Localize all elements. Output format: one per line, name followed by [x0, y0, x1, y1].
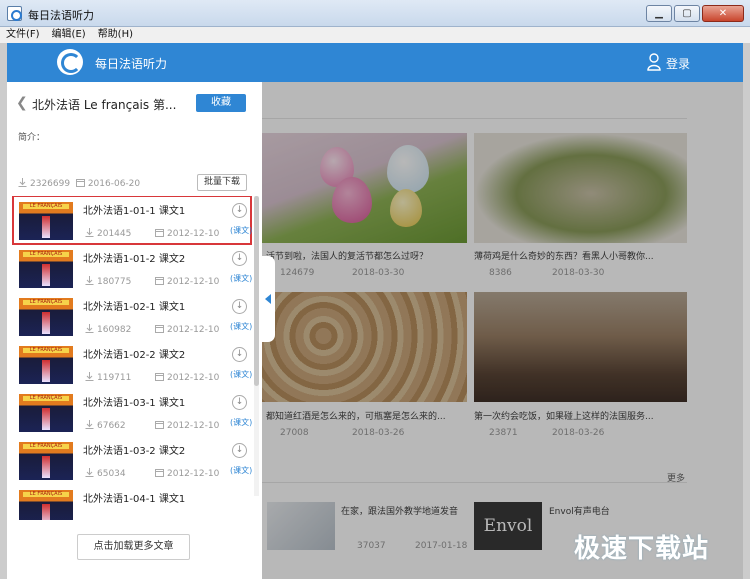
download-icon[interactable]: ↓ — [232, 203, 247, 218]
download-count-icon — [85, 372, 94, 381]
episode-tag: (课文) — [230, 274, 253, 283]
window-controls: ▁ ▢ ✕ — [646, 5, 744, 22]
download-count-icon — [85, 228, 94, 237]
watermark-text: 极速下载站 — [574, 534, 710, 564]
download-icon[interactable]: ↓ — [232, 395, 247, 410]
episode-title: 北外法语1-02-1 课文1 — [83, 302, 186, 313]
collapse-panel-toggle[interactable] — [262, 256, 275, 342]
window-titlebar: 每日法语听力 ▁ ▢ ✕ — [0, 0, 750, 27]
calendar-icon — [155, 277, 164, 285]
episode-item[interactable]: LE FRANÇAIS 北外法语1-04-1 课文1 — [13, 484, 251, 520]
episode-tag: (课文) — [230, 418, 253, 427]
close-button[interactable]: ✕ — [702, 5, 744, 22]
calendar-icon — [75, 179, 85, 187]
episode-plays: 119711 — [85, 372, 131, 383]
back-arrow-icon[interactable]: ❮ — [16, 95, 28, 111]
episode-tag: (课文) — [230, 322, 253, 331]
episode-title: 北外法语1-03-2 课文2 — [83, 446, 186, 457]
episode-plays: 201445 — [85, 228, 131, 239]
user-icon[interactable] — [647, 53, 661, 71]
login-link[interactable]: 登录 — [666, 55, 690, 72]
calendar-icon — [155, 421, 164, 429]
load-more-button[interactable]: 点击加载更多文章 — [77, 534, 190, 560]
download-count-icon — [18, 178, 27, 187]
batch-download-button[interactable]: 批量下载 — [197, 174, 247, 191]
menu-help[interactable]: 帮助(H) — [98, 27, 133, 43]
download-count-icon — [85, 420, 94, 429]
app-logo — [57, 49, 83, 75]
episode-title: 北外法语1-04-1 课文1 — [83, 494, 186, 505]
calendar-icon — [155, 373, 164, 381]
calendar-icon — [155, 469, 164, 477]
episode-title: 北外法语1-02-2 课文2 — [83, 350, 186, 361]
episode-item[interactable]: LE FRANÇAIS 北外法语1-01-2 课文2 180775 2012-1… — [13, 244, 253, 292]
album-panel: ❮ 北外法语 Le français 第... 收藏 简介： 2326699 2… — [7, 82, 262, 579]
menu-file[interactable]: 文件(F) — [6, 27, 40, 43]
download-icon[interactable]: ↓ — [232, 443, 247, 458]
episode-thumbnail: LE FRANÇAIS — [19, 442, 73, 480]
episode-item[interactable]: LE FRANÇAIS 北外法语1-02-1 课文1 160982 2012-1… — [13, 292, 253, 340]
download-icon[interactable]: ↓ — [232, 251, 247, 266]
episode-list: LE FRANÇAIS 北外法语1-01-1 课文1 201445 2012-1… — [7, 196, 262, 520]
download-count-icon — [85, 468, 94, 477]
episode-date: 2012-12-10 — [155, 228, 219, 239]
episode-date: 2012-12-10 — [155, 468, 219, 479]
episode-date: 2012-12-10 — [155, 324, 219, 335]
download-count-icon — [85, 324, 94, 333]
app-icon — [7, 6, 22, 21]
scrollbar-thumb[interactable] — [254, 196, 259, 386]
episode-date: 2012-12-10 — [155, 276, 219, 287]
favorite-button[interactable]: 收藏 — [196, 94, 246, 112]
download-icon[interactable]: ↓ — [232, 299, 247, 314]
episode-item[interactable]: LE FRANÇAIS 北外法语1-03-2 课文2 65034 2012-12… — [13, 436, 253, 484]
episode-plays: 160982 — [85, 324, 131, 335]
episode-plays: 67662 — [85, 420, 126, 431]
episode-plays: 180775 — [85, 276, 131, 287]
episode-thumbnail: LE FRANÇAIS — [19, 394, 73, 432]
episode-title: 北外法语1-01-1 课文1 — [83, 206, 186, 217]
episode-plays: 65034 — [85, 468, 126, 479]
episode-thumbnail: LE FRANÇAIS — [19, 298, 73, 336]
episode-title: 北外法语1-03-1 课文1 — [83, 398, 186, 409]
episode-thumbnail: LE FRANÇAIS — [19, 250, 73, 288]
app-name: 每日法语听力 — [95, 57, 168, 71]
episode-item[interactable]: LE FRANÇAIS 北外法语1-03-1 课文1 67662 2012-12… — [13, 388, 253, 436]
episode-title: 北外法语1-01-2 课文2 — [83, 254, 186, 265]
episode-item[interactable]: LE FRANÇAIS 北外法语1-01-1 课文1 201445 2012-1… — [12, 196, 253, 245]
album-play-count: 2326699 — [30, 179, 71, 189]
intro-label: 简介： — [18, 133, 46, 143]
download-count-icon — [85, 276, 94, 285]
download-icon[interactable]: ↓ — [232, 347, 247, 362]
episode-tag: (课文) — [230, 466, 253, 475]
calendar-icon — [155, 325, 164, 333]
menu-edit[interactable]: 编辑(E) — [52, 27, 86, 43]
app-header: 每日法语听力 登录 — [7, 43, 743, 82]
album-title: 北外法语 Le français 第... — [32, 98, 177, 112]
episode-thumbnail: LE FRANÇAIS — [19, 490, 73, 520]
episode-date: 2012-12-10 — [155, 420, 219, 431]
episode-list-scrollbar[interactable] — [254, 196, 259, 496]
menu-bar: 文件(F) 编辑(E) 帮助(H) — [0, 27, 750, 43]
minimize-button[interactable]: ▁ — [646, 5, 672, 22]
maximize-button[interactable]: ▢ — [674, 5, 700, 22]
calendar-icon — [155, 229, 164, 237]
episode-item[interactable]: LE FRANÇAIS 北外法语1-02-2 课文2 119711 2012-1… — [13, 340, 253, 388]
album-date: 2016-06-20 — [87, 179, 141, 189]
episode-thumbnail: LE FRANÇAIS — [19, 202, 73, 240]
episode-date: 2012-12-10 — [155, 372, 219, 383]
album-stats: 2326699 2016-06-20 — [18, 178, 140, 189]
episode-tag: (课文) — [230, 370, 253, 379]
window-title: 每日法语听力 — [28, 9, 94, 22]
episode-thumbnail: LE FRANÇAIS — [19, 346, 73, 384]
episode-tag: (课文) — [230, 226, 253, 235]
